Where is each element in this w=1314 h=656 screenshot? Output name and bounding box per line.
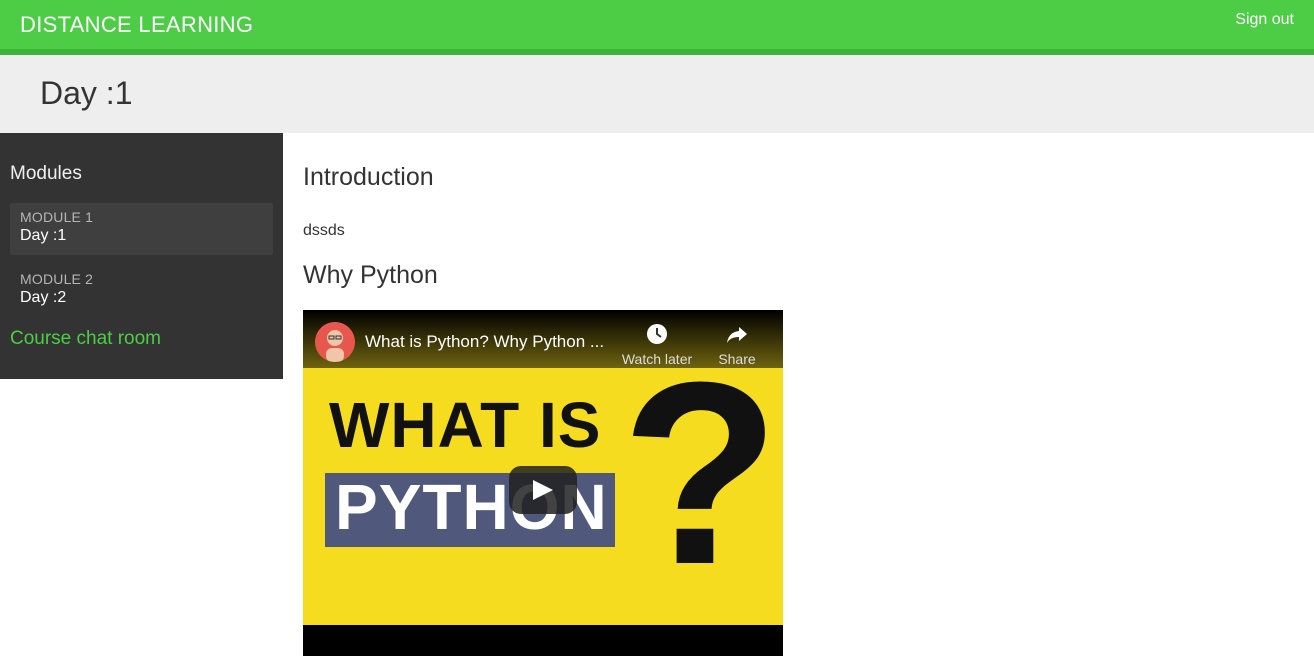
top-navbar: DISTANCE LEARNING Sign out (0, 0, 1314, 55)
module-label: MODULE 1 (20, 209, 94, 225)
sidebar-item-module-2[interactable]: MODULE 2 Day :2 (10, 265, 273, 317)
video-bottom-bar (303, 625, 783, 656)
page-header: Day :1 (0, 55, 1314, 133)
sidebar-heading: Modules (10, 163, 82, 184)
module-label: MODULE 2 (20, 271, 94, 287)
section-heading-why-python: Why Python (303, 261, 438, 289)
modules-sidebar: Modules MODULE 1 Day :1 MODULE 2 Day :2 … (0, 133, 283, 379)
page-title: Day :1 (40, 75, 133, 111)
share-label: Share (718, 351, 756, 367)
clock-icon (647, 324, 667, 344)
section-heading-introduction: Introduction (303, 163, 434, 191)
section-body-text: dssds (303, 222, 345, 239)
play-button[interactable] (509, 466, 577, 514)
watch-later-button[interactable]: Watch later (621, 322, 693, 367)
course-chat-room-link[interactable]: Course chat room (10, 328, 161, 350)
channel-avatar[interactable] (315, 322, 355, 362)
app-brand[interactable]: DISTANCE LEARNING (20, 12, 253, 38)
embedded-video-player[interactable]: WHAT IS PYTHON ? What is Python? Why Pyt… (303, 310, 783, 656)
module-day: Day :1 (20, 227, 67, 244)
share-button[interactable]: Share (707, 322, 767, 367)
watch-later-label: Watch later (621, 351, 693, 367)
video-title[interactable]: What is Python? Why Python ... (365, 332, 615, 352)
thumbnail-question-mark: ? (621, 329, 780, 619)
module-day: Day :2 (20, 289, 67, 306)
video-title-bar: What is Python? Why Python ... Watch lat… (303, 310, 783, 368)
share-arrow-icon (727, 327, 747, 343)
thumbnail-text-line1: WHAT IS (329, 389, 602, 461)
play-icon (533, 480, 553, 500)
sidebar-item-module-1[interactable]: MODULE 1 Day :1 (10, 203, 273, 255)
sign-out-link[interactable]: Sign out (1235, 11, 1294, 29)
